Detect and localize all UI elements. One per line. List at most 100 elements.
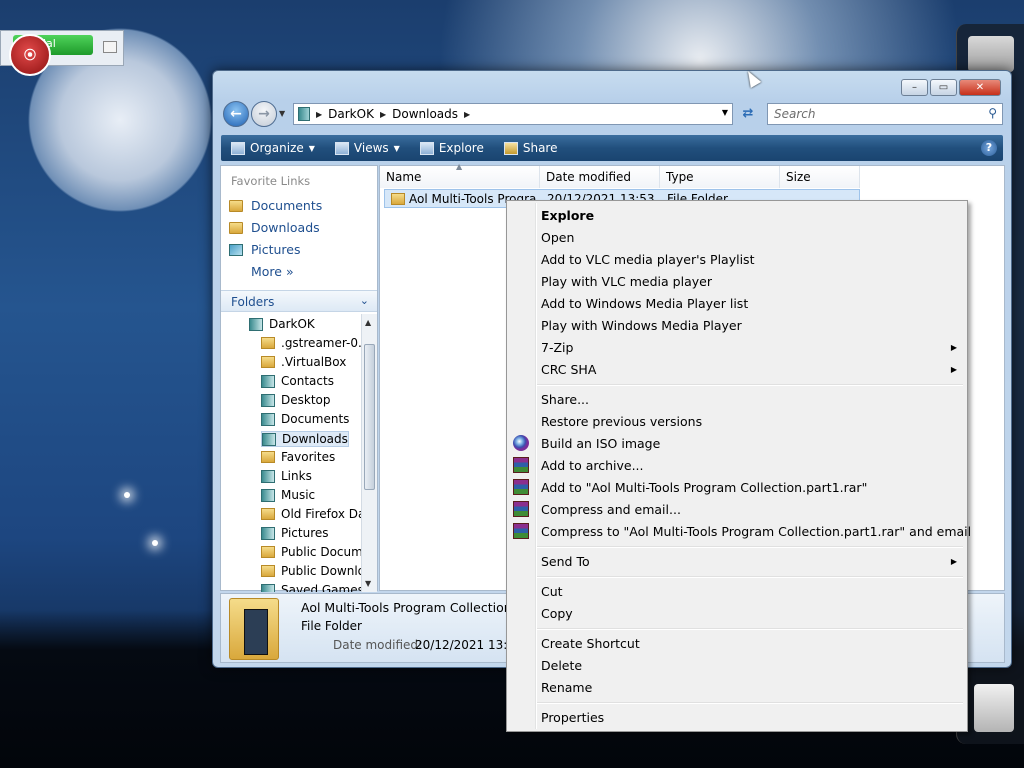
folder-icon: [261, 508, 275, 520]
column-type[interactable]: Type: [660, 166, 780, 188]
maximize-button[interactable]: ▭: [930, 79, 957, 96]
menu-item-build-iso[interactable]: Build an ISO image: [541, 436, 660, 451]
recycle-bin-icon[interactable]: [974, 684, 1014, 732]
favorite-downloads[interactable]: Downloads: [229, 220, 320, 235]
tree-label: .VirtualBox: [281, 355, 347, 369]
submenu-arrow-icon: ▶: [950, 557, 957, 566]
search-input[interactable]: Search ⚲: [767, 103, 1003, 125]
tree-label: Desktop: [281, 393, 331, 407]
folders-header[interactable]: Folders ⌄: [221, 290, 377, 312]
tree-label: Favorites: [281, 450, 336, 464]
favorite-documents[interactable]: Documents: [229, 198, 322, 213]
tree-item-public-downloads[interactable]: Public Downloads: [261, 564, 361, 578]
menu-item-add-to-rar[interactable]: Add to "Aol Multi-Tools Program Collecti…: [541, 480, 867, 495]
explore-button[interactable]: Explore: [410, 135, 494, 161]
menu-item-copy[interactable]: Copy: [541, 606, 573, 621]
desktop-star: [124, 492, 130, 498]
minimize-button[interactable]: –: [901, 79, 928, 96]
tree-item-desktop[interactable]: Desktop: [261, 393, 331, 407]
tree-item-public-documents[interactable]: Public Documents: [261, 545, 361, 559]
winrar-icon: [513, 457, 529, 473]
tree-item-favorites[interactable]: Favorites: [261, 450, 335, 464]
folder-tree-scrollbar[interactable]: ▲ ▼: [361, 314, 377, 592]
menu-item-rename[interactable]: Rename: [541, 680, 592, 695]
menu-item-open[interactable]: Open: [541, 230, 574, 245]
favorite-pictures[interactable]: Pictures: [229, 242, 301, 257]
command-bar: Organize ▼ Views ▼ Explore Share ?: [221, 135, 1003, 161]
refresh-icon[interactable]: ⇄: [737, 103, 759, 125]
tree-item-virtualbox[interactable]: .VirtualBox: [261, 355, 346, 369]
tree-label: .gstreamer-0.10: [281, 336, 361, 350]
organize-icon: [231, 141, 245, 155]
menu-item-crc-sha[interactable]: CRC SHA: [541, 362, 596, 377]
views-menu-button[interactable]: Views ▼: [325, 135, 410, 161]
submenu-arrow-icon: ▶: [950, 365, 957, 374]
menu-item-send-to[interactable]: Send To: [541, 554, 590, 569]
menu-item-vlc-playlist[interactable]: Add to VLC media player's Playlist: [541, 252, 754, 267]
tree-label: Music: [281, 488, 316, 502]
tree-item-links[interactable]: Links: [261, 469, 312, 483]
chevron-right-icon[interactable]: ▶: [464, 110, 470, 119]
notes-gadget-icon[interactable]: [968, 36, 1014, 72]
menu-separator: [537, 384, 963, 386]
menu-item-explore[interactable]: Explore: [541, 208, 594, 223]
share-icon: [503, 141, 518, 155]
column-date-modified[interactable]: Date modified: [540, 166, 660, 188]
tree-item-downloads[interactable]: Downloads: [261, 431, 349, 447]
chevron-right-icon[interactable]: ▶: [380, 110, 386, 119]
tree-item-pictures[interactable]: Pictures: [261, 526, 329, 540]
menu-item-play-vlc[interactable]: Play with VLC media player: [541, 274, 712, 289]
tree-label: Saved Games: [281, 583, 361, 592]
menu-item-properties[interactable]: Properties: [541, 710, 604, 725]
desktop-gadget[interactable]: ial ⦿: [0, 30, 124, 76]
tree-item-contacts[interactable]: Contacts: [261, 374, 334, 388]
menu-item-cut[interactable]: Cut: [541, 584, 563, 599]
menu-item-play-wmp[interactable]: Play with Windows Media Player: [541, 318, 742, 333]
close-button[interactable]: ✕: [959, 79, 1001, 96]
tree-label: Public Downloads: [281, 564, 361, 578]
address-bar[interactable]: ▶ DarkOK ▶ Downloads ▶ ▼: [293, 103, 733, 125]
address-history-dropdown[interactable]: ▼: [722, 108, 728, 117]
more-links[interactable]: More »: [251, 264, 294, 279]
chevron-down-icon: ▼: [393, 143, 400, 153]
menu-item-restore-versions[interactable]: Restore previous versions: [541, 414, 702, 429]
scrollbar-thumb[interactable]: [364, 344, 375, 490]
forward-button[interactable]: →: [251, 101, 277, 127]
submenu-arrow-icon: ▶: [950, 343, 957, 352]
menu-item-compress-to-rar-email[interactable]: Compress to "Aol Multi-Tools Program Col…: [541, 524, 971, 539]
column-name[interactable]: ▲ Name: [380, 162, 540, 188]
folder-icon: [261, 337, 275, 349]
folder-thumbnail-icon: [229, 598, 279, 660]
chevron-right-icon[interactable]: ▶: [316, 110, 322, 119]
organize-menu-button[interactable]: Organize ▼: [221, 135, 325, 161]
iso-disc-icon: [513, 435, 529, 451]
tree-item-music[interactable]: Music: [261, 488, 315, 502]
menu-item-delete[interactable]: Delete: [541, 658, 582, 673]
menu-item-wmp-list[interactable]: Add to Windows Media Player list: [541, 296, 748, 311]
scroll-down-icon[interactable]: ▼: [365, 579, 371, 588]
menu-item-7zip[interactable]: 7-Zip: [541, 340, 573, 355]
chevron-down-icon: ⌄: [359, 294, 369, 307]
back-button[interactable]: ←: [223, 101, 249, 127]
tree-item-saved-games[interactable]: Saved Games: [261, 583, 361, 592]
tree-item-old-firefox[interactable]: Old Firefox Data: [261, 507, 361, 521]
menu-item-add-archive[interactable]: Add to archive...: [541, 458, 644, 473]
breadcrumb-downloads[interactable]: Downloads: [392, 107, 458, 121]
menu-item-compress-email[interactable]: Compress and email...: [541, 502, 681, 517]
breadcrumb-darkok[interactable]: DarkOK: [328, 107, 374, 121]
column-size[interactable]: Size: [780, 166, 860, 188]
menu-item-share[interactable]: Share...: [541, 392, 589, 407]
tree-item-documents[interactable]: Documents: [261, 412, 349, 426]
tree-item-darkok[interactable]: DarkOK: [249, 317, 315, 331]
tree-item-gstreamer[interactable]: .gstreamer-0.10: [261, 336, 361, 350]
search-icon[interactable]: ⚲: [988, 106, 997, 120]
gadget-minimize-button[interactable]: [103, 41, 117, 53]
scroll-up-icon[interactable]: ▲: [365, 318, 371, 327]
context-menu: Explore Open Add to VLC media player's P…: [506, 200, 971, 732]
help-icon[interactable]: ?: [981, 140, 997, 156]
share-label: Share: [522, 141, 558, 155]
menu-item-create-shortcut[interactable]: Create Shortcut: [541, 636, 640, 651]
recent-pages-dropdown[interactable]: ▼: [279, 109, 285, 118]
share-button[interactable]: Share: [494, 135, 568, 161]
explore-icon: [419, 141, 434, 155]
